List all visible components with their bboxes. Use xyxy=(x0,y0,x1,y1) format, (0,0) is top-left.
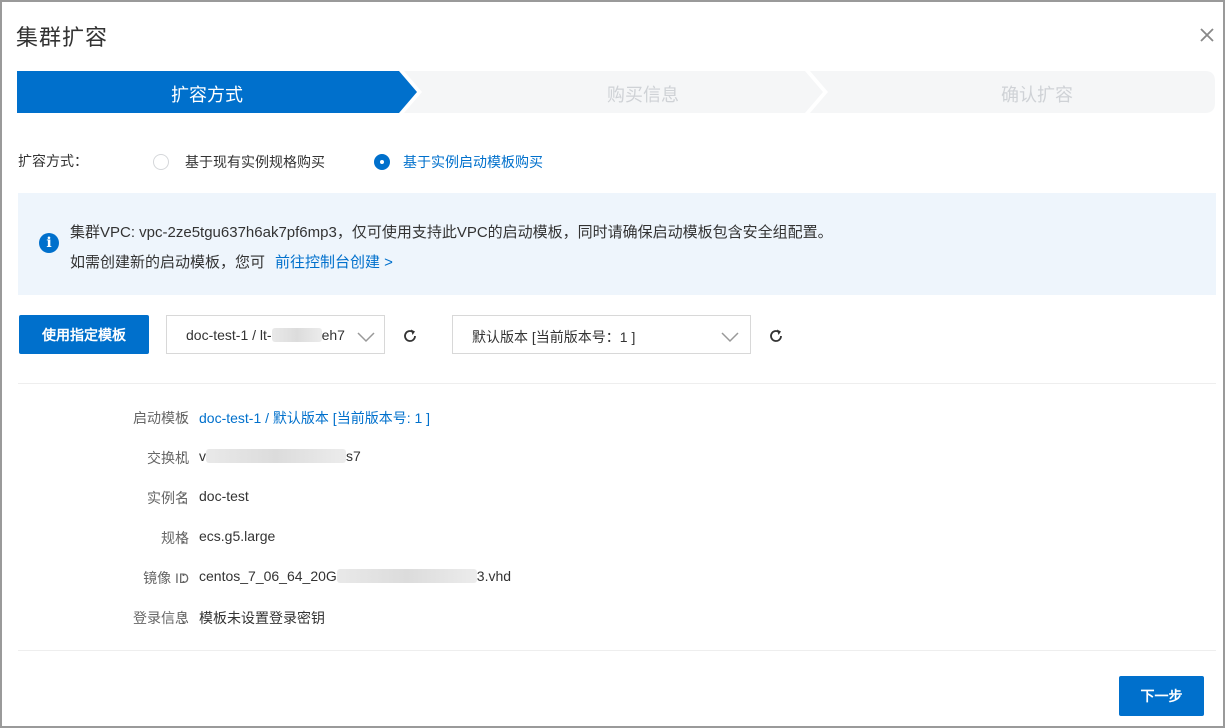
info-notice: i 集群VPC: vpc-2ze5tgu637h6ak7pf6mp3，仅可使用支… xyxy=(18,193,1216,295)
next-step-button[interactable]: 下一步 xyxy=(1119,676,1204,716)
detail-row-vswitch: 交换机 ： v s7 xyxy=(18,448,918,468)
redacted-text xyxy=(271,328,322,342)
detail-value: 模板未设置登录密钥 xyxy=(199,610,325,626)
chevron-down-icon xyxy=(357,332,375,343)
refresh-icon[interactable] xyxy=(768,328,784,344)
refresh-icon[interactable] xyxy=(402,328,418,344)
detail-colon: ： xyxy=(180,450,194,466)
detail-row-login-info: 登录信息 ： 模板未设置登录密钥 xyxy=(18,608,918,628)
vswitch-suffix: s7 xyxy=(346,448,361,464)
version-select-value: 默认版本 [当前版本号：1 ] xyxy=(472,329,636,345)
redacted-text xyxy=(206,449,346,463)
vswitch-prefix: v xyxy=(199,448,206,464)
detail-colon: ： xyxy=(180,410,194,426)
detail-row-image-id: 镜像 ID ： centos_7_06_64_20G 3.vhd xyxy=(18,568,918,588)
create-template-link[interactable]: 前往控制台创建 > xyxy=(275,254,393,271)
info-text: 如需创建新的启动模板，您可 xyxy=(70,254,266,271)
template-select-value: doc-test-1 / lt-eh7 xyxy=(186,327,345,343)
info-text-line2: 如需创建新的启动模板，您可 前往控制台创建 > xyxy=(70,251,393,272)
detail-colon: ： xyxy=(180,490,194,506)
template-id-suffix: eh7 xyxy=(321,327,345,343)
radio-circle[interactable] xyxy=(153,154,169,170)
detail-colon: ： xyxy=(180,610,194,626)
detail-colon: ： xyxy=(180,570,194,586)
use-template-button[interactable]: 使用指定模板 xyxy=(19,315,149,354)
close-icon[interactable] xyxy=(1196,24,1218,46)
detail-value: doc-test xyxy=(199,488,249,504)
step-3-label: 确认扩容 xyxy=(1001,85,1073,105)
detail-colon: ： xyxy=(180,530,194,546)
divider xyxy=(18,650,1216,651)
scale-out-dialog: 集群扩容 扩容方式 购买信息 确认扩容 扩容方式： 基于现有实例规格购买 基于实… xyxy=(0,0,1225,728)
radio-label: 基于现有实例规格购买 xyxy=(185,154,325,170)
detail-value: centos_7_06_64_20G 3.vhd xyxy=(199,568,511,584)
detail-row-launch-template: 启动模板 ： doc-test-1 / 默认版本 [当前版本号: 1 ] xyxy=(18,408,918,428)
image-id-prefix: centos_7_06_64_20G xyxy=(199,568,337,584)
image-id-suffix: 3.vhd xyxy=(476,568,512,584)
detail-row-instance-name: 实例名 ： doc-test xyxy=(18,488,918,508)
detail-value: v s7 xyxy=(199,448,361,464)
step-2-label: 购买信息 xyxy=(607,85,679,105)
radio-existing-spec[interactable]: 基于现有实例规格购买 xyxy=(153,152,325,172)
info-icon: i xyxy=(39,233,59,253)
detail-value: ecs.g5.large xyxy=(199,528,276,544)
info-text-line1: 集群VPC: vpc-2ze5tgu637h6ak7pf6mp3，仅可使用支持此… xyxy=(70,224,833,241)
divider xyxy=(18,383,1216,384)
step-1-label: 扩容方式 xyxy=(171,85,243,105)
step-indicator: 扩容方式 购买信息 确认扩容 xyxy=(17,71,1215,113)
version-select[interactable]: 默认版本 [当前版本号：1 ] xyxy=(452,315,751,354)
template-select[interactable]: doc-test-1 / lt-eh7 xyxy=(166,315,385,354)
template-id-prefix: doc-test-1 / lt- xyxy=(186,327,272,343)
redacted-text xyxy=(336,569,477,583)
dialog-title: 集群扩容 xyxy=(16,25,109,50)
mode-label: 扩容方式： xyxy=(18,153,88,169)
radio-label: 基于实例启动模板购买 xyxy=(403,154,543,170)
detail-row-spec: 规格 ： ecs.g5.large xyxy=(18,528,918,548)
radio-launch-template[interactable]: 基于实例启动模板购买 xyxy=(374,152,543,172)
radio-circle-selected[interactable] xyxy=(374,154,390,170)
launch-template-link[interactable]: doc-test-1 / 默认版本 [当前版本号: 1 ] xyxy=(199,408,430,428)
chevron-down-icon xyxy=(721,332,739,343)
